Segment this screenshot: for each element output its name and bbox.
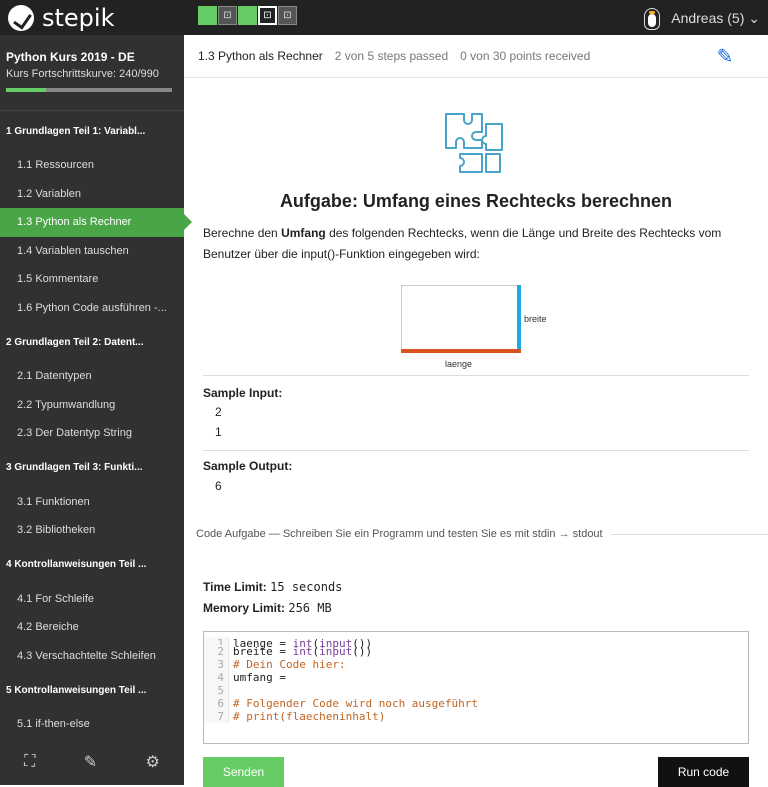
user-menu[interactable]: Andreas (5) ⌄ [641,6,760,30]
step-content: Aufgabe: Umfang eines Rechtecks berechne… [184,78,768,787]
line-number: 1 [204,637,229,650]
code-line[interactable]: 1 laenge = int(input()) [204,632,748,650]
sidebar-section[interactable]: 4 Kontrollanweisungen Teil ... [0,545,184,585]
line-number: 7 [204,710,229,723]
sidebar-item[interactable]: 1.4 Variablen tauschen [0,237,184,266]
step-5-code-icon[interactable]: ⊡ [278,6,297,25]
pencil-icon[interactable]: ✎ [84,752,97,772]
diagram-width-label: breite [524,314,547,324]
time-limit: Time Limit: 15 seconds [203,580,343,594]
diagram-length-edge [401,349,521,353]
code-line[interactable]: 7 # print(flaecheninhalt) [204,710,748,723]
steps-passed: 2 von 5 steps passed [334,49,449,63]
sidebar-item[interactable]: 4.3 Verschachtelte Schleifen [0,642,184,671]
fullscreen-icon[interactable]: ⛶ [24,753,35,771]
sidebar-item[interactable]: 4.1 For Schleife [0,585,184,614]
sidebar-item[interactable]: 2.3 Der Datentyp String [0,419,184,448]
sidebar-item[interactable]: 3.1 Funktionen [0,488,184,517]
step-3-done[interactable] [238,6,257,25]
step-4-code-icon[interactable]: ⊡ [258,6,277,25]
rectangle-diagram: breite laenge [401,285,547,369]
sidebar-footer: ⛶ ✎ ⚙ [0,739,184,785]
sample-input-line: 1 [215,425,222,439]
code-line[interactable]: 4 umfang = [204,671,748,684]
submit-button[interactable]: Senden [203,757,284,787]
course-sidebar: Python Kurs 2019 - DE Kurs Fortschrittsk… [0,35,192,785]
diagram-width-edge [517,285,521,351]
course-info: Python Kurs 2019 - DE Kurs Fortschrittsk… [0,35,184,111]
course-progress-text: Kurs Fortschrittskurve: 240/990 [6,68,159,80]
sample-input-line: 2 [215,405,222,419]
code-editor[interactable]: 1 laenge = int(input()) 2 breite = int(inpu… [203,631,749,744]
points-received: 0 von 30 points received [460,49,591,63]
code-text[interactable]: laenge = int(input()) [229,637,372,650]
sidebar-item[interactable]: 2.1 Datentypen [0,362,184,391]
sample-output-line: 6 [215,479,222,493]
step-navigator: ⊡ ⊡ ⊡ [198,6,297,25]
sidebar-item[interactable]: 3.2 Bibliotheken [0,516,184,545]
sidebar-item[interactable]: 1.1 Ressourcen [0,151,184,180]
task-title: Aufgabe: Umfang eines Rechtecks berechne… [279,191,673,211]
line-number: 3 [204,658,229,671]
sidebar-item[interactable]: 5.1 if-then-else [0,710,184,739]
code-task-heading: Code Aufgabe — Schreiben Sie ein Program… [196,528,768,540]
code-text[interactable] [229,684,233,697]
memory-limit: Memory Limit: 256 MB [203,601,332,615]
divider [203,375,749,376]
code-line[interactable]: 5 [204,684,748,697]
task-description: Berechne den Umfang des folgenden Rechte… [203,226,722,261]
code-line[interactable]: 6 # Folgender Code wird noch ausgeführt [204,697,748,710]
stepik-logo[interactable]: stepik [8,2,114,33]
code-text[interactable]: umfang = [229,671,293,684]
sidebar-section[interactable]: 3 Grundlagen Teil 3: Funkti... [0,448,184,488]
course-progress-bar [6,88,172,92]
diagram-length-label: laenge [445,359,472,369]
line-number: 5 [204,684,229,697]
code-line[interactable]: 3 # Dein Code hier: [204,658,748,671]
run-code-button[interactable]: Run code [658,757,749,787]
line-number: 2 [204,645,229,658]
step-1-done[interactable] [198,6,217,25]
sidebar-section[interactable]: 1 Grundlagen Teil 1: Variabl... [0,111,184,151]
sidebar-item[interactable]: 1.6 Python Code ausführen -... [0,294,184,323]
code-text[interactable]: # print(flaecheninhalt) [229,710,385,723]
lesson-menu: 1 Grundlagen Teil 1: Variabl... 1.1 Resso… [0,111,192,739]
user-avatar [641,6,663,30]
step-title: 1.3 Python als Rechner [198,49,323,63]
code-text[interactable]: # Dein Code hier: [229,658,346,671]
gear-icon[interactable]: ⚙ [145,752,159,772]
sample-input-label: Sample Input: [203,386,283,400]
course-title[interactable]: Python Kurs 2019 - DE [6,50,178,64]
step-2-code-icon[interactable]: ⊡ [218,6,237,25]
sample-output-label: Sample Output: [203,459,293,473]
sidebar-section[interactable]: 2 Grundlagen Teil 2: Datent... [0,322,184,362]
code-text[interactable]: breite = int(input()) [229,645,372,658]
divider [203,450,749,451]
puzzle-icon [445,113,503,173]
sidebar-item[interactable]: 1.3 Python als Rechner [0,208,192,237]
sidebar-item[interactable]: 1.5 Kommentare [0,265,184,294]
code-text[interactable]: # Folgender Code wird noch ausgeführt [229,697,478,710]
sidebar-item[interactable]: 2.2 Typumwandlung [0,391,184,420]
line-number: 4 [204,671,229,684]
stepik-logo-icon [8,4,34,31]
line-number: 6 [204,697,229,710]
sidebar-section[interactable]: 5 Kontrollanweisungen Teil ... [0,670,184,710]
step-header: 1.3 Python als Rechner 2 von 5 steps pas… [184,35,768,78]
brand-name: stepik [42,3,115,32]
edit-pencil-icon[interactable]: ✎ [712,43,738,69]
code-line[interactable]: 2 breite = int(input()) [204,645,748,658]
sidebar-item[interactable]: 4.2 Bereiche [0,613,184,642]
user-name: Andreas (5) ⌄ [671,9,760,26]
sidebar-item[interactable]: 1.2 Variablen [0,180,184,209]
top-navigation-bar: stepik ⊡ ⊡ ⊡ Andreas (5) ⌄ [0,0,768,35]
